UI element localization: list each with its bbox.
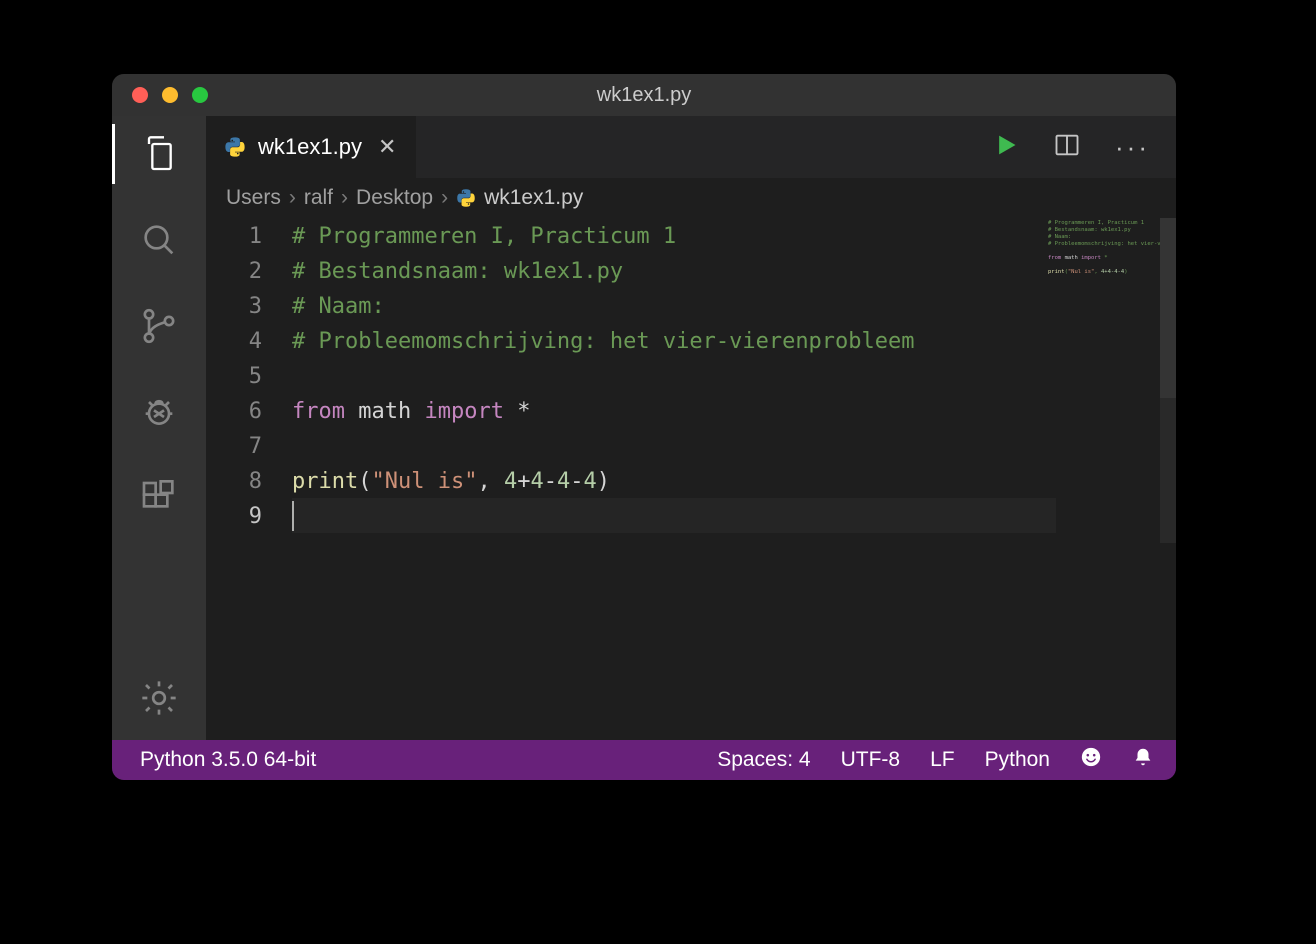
run-icon[interactable] [991,131,1019,164]
window-title: wk1ex1.py [112,84,1176,107]
breadcrumb-file[interactable]: wk1ex1.py [484,186,583,210]
status-interpreter[interactable]: Python 3.5.0 64-bit [140,748,316,772]
main-area: wk1ex1.py ✕ ··· Users [206,116,1176,740]
status-eol[interactable]: LF [930,748,955,772]
status-language[interactable]: Python [985,748,1050,772]
window-close-button[interactable] [132,87,148,103]
code-area[interactable]: # Programmeren I, Practicum 1# Bestandsn… [292,218,1176,740]
breadcrumb[interactable]: Users › ralf › Desktop › wk1ex1.py [206,178,1176,218]
scrollbar-overview [1160,398,1176,543]
chevron-right-icon: › [441,186,448,210]
window-zoom-button[interactable] [192,87,208,103]
notifications-bell-icon[interactable] [1132,746,1154,774]
status-indentation[interactable]: Spaces: 4 [717,748,810,772]
python-file-icon [224,136,246,158]
editor-window: wk1ex1.py [112,74,1176,780]
scrollbar-thumb[interactable] [1160,218,1176,398]
explorer-icon[interactable] [139,134,179,174]
breadcrumb-segment[interactable]: Users [226,186,281,210]
status-encoding[interactable]: UTF-8 [841,748,901,772]
python-file-icon [456,188,476,208]
chevron-right-icon: › [289,186,296,210]
status-bar: Python 3.5.0 64-bit Spaces: 4 UTF-8 LF P… [112,740,1176,780]
feedback-smiley-icon[interactable] [1080,746,1102,774]
window-minimize-button[interactable] [162,87,178,103]
source-control-icon[interactable] [139,306,179,346]
extensions-icon[interactable] [139,478,179,518]
tab-actions: ··· [991,116,1176,178]
editor[interactable]: 123456789 # Programmeren I, Practicum 1#… [206,218,1176,740]
titlebar: wk1ex1.py [112,74,1176,116]
tab-active[interactable]: wk1ex1.py ✕ [206,116,416,178]
scrollbar[interactable] [1160,218,1176,740]
activity-bar [112,116,206,740]
line-number-gutter: 123456789 [206,218,292,740]
chevron-right-icon: › [341,186,348,210]
tab-strip: wk1ex1.py ✕ ··· [206,116,1176,178]
more-actions-icon[interactable]: ··· [1115,132,1150,163]
settings-gear-icon[interactable] [139,678,179,718]
traffic-lights [112,87,208,103]
tab-filename: wk1ex1.py [258,134,362,160]
tab-close-icon[interactable]: ✕ [374,134,400,160]
debug-icon[interactable] [139,392,179,432]
breadcrumb-segment[interactable]: ralf [304,186,333,210]
search-icon[interactable] [139,220,179,260]
breadcrumb-segment[interactable]: Desktop [356,186,433,210]
window-body: wk1ex1.py ✕ ··· Users [112,116,1176,740]
split-editor-icon[interactable] [1053,131,1081,164]
